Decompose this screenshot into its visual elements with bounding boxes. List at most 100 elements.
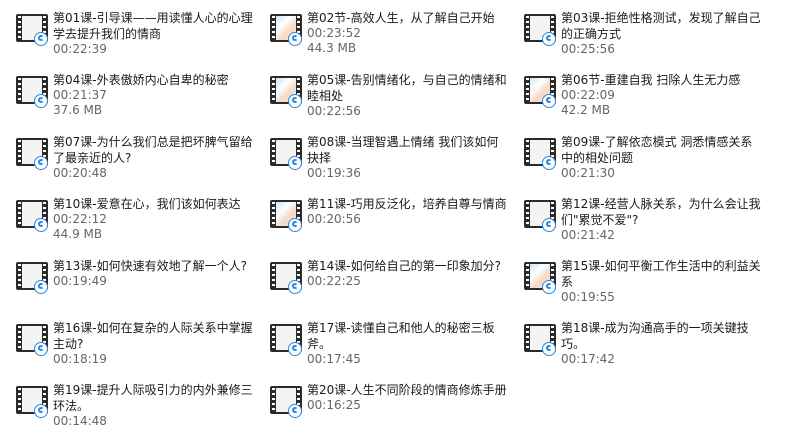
file-info: 第01课-引导课——用读懂人心的心理学去提升我们的情商 00:22:39 [53, 4, 253, 57]
file-duration: 00:22:09 [561, 88, 615, 102]
video-file-item[interactable]: 第16课-如何在复杂的人际关系中掌握主动? 00:18:19 [16, 314, 270, 376]
file-name: 第19课-提升人际吸引力的内外兼修三环法。 [53, 383, 253, 413]
video-file-item[interactable]: 第04课-外表傲娇内心自卑的秘密 00:21:37 37.6 MB [16, 66, 270, 128]
media-player-badge-icon [288, 342, 302, 356]
media-player-badge-icon [288, 280, 302, 294]
file-info: 第18课-成为沟通高手的一项关键技巧。 00:17:42 [561, 314, 761, 367]
file-duration: 00:20:48 [53, 166, 107, 180]
file-name: 第16课-如何在复杂的人际关系中掌握主动? [53, 321, 253, 351]
file-info: 第05课-告别情绪化，与自己的情绪和睦相处 00:22:56 [307, 66, 507, 119]
video-thumbnail-icon [270, 384, 304, 418]
file-name: 第08课-当理智遇上情绪 我们该如何抉择 [307, 135, 499, 165]
media-player-badge-icon [542, 94, 556, 108]
file-duration: 00:21:37 [53, 88, 107, 102]
video-file-item[interactable]: 第07课-为什么我们总是把坏脾气留给了最亲近的人? 00:20:48 [16, 128, 270, 190]
video-file-item[interactable]: 第02节-高效人生，从了解自己开始 00:23:52 44.3 MB [270, 4, 524, 66]
video-file-item[interactable]: 第14课-如何给自己的第一印象加分? 00:22:25 [270, 252, 524, 314]
file-duration: 00:19:49 [53, 274, 107, 288]
video-thumbnail-icon [524, 12, 558, 46]
media-player-badge-icon [288, 94, 302, 108]
file-name: 第01课-引导课——用读懂人心的心理学去提升我们的情商 [53, 11, 253, 41]
video-thumbnail-icon [16, 198, 50, 232]
video-file-item[interactable]: 第17课-读懂自己和他人的秘密三板斧。 00:17:45 [270, 314, 524, 376]
video-thumbnail-icon [270, 322, 304, 356]
video-file-item[interactable]: 第01课-引导课——用读懂人心的心理学去提升我们的情商 00:22:39 [16, 4, 270, 66]
file-info: 第06节-重建自我 扫除人生无力感 00:22:09 42.2 MB [561, 66, 761, 118]
media-player-badge-icon [34, 404, 48, 418]
video-thumbnail-icon [16, 136, 50, 170]
media-player-badge-icon [542, 218, 556, 232]
media-player-badge-icon [542, 280, 556, 294]
video-thumbnail-icon [270, 74, 304, 108]
video-file-item[interactable]: 第08课-当理智遇上情绪 我们该如何抉择 00:19:36 [270, 128, 524, 190]
file-name: 第04课-外表傲娇内心自卑的秘密 [53, 73, 229, 87]
file-name: 第20课-人生不同阶段的情商修炼手册 [307, 383, 507, 397]
file-duration: 00:22:12 [53, 212, 107, 226]
video-file-item[interactable]: 第03课-拒绝性格测试，发现了解自己的正确方式 00:25:56 [524, 4, 778, 66]
file-info: 第04课-外表傲娇内心自卑的秘密 00:21:37 37.6 MB [53, 66, 253, 118]
file-info: 第14课-如何给自己的第一印象加分? 00:22:25 [307, 252, 507, 289]
file-duration: 00:20:56 [307, 212, 361, 226]
media-player-badge-icon [34, 32, 48, 46]
file-name: 第06节-重建自我 扫除人生无力感 [561, 73, 741, 87]
file-size: 42.2 MB [561, 103, 611, 117]
media-player-badge-icon [34, 342, 48, 356]
video-thumbnail-icon [524, 260, 558, 294]
file-name: 第11课-巧用反泛化，培养自尊与情商 [307, 197, 507, 211]
media-player-badge-icon [34, 156, 48, 170]
video-file-item[interactable]: 第13课-如何快速有效地了解一个人? 00:19:49 [16, 252, 270, 314]
video-thumbnail-icon [270, 12, 304, 46]
file-duration: 00:14:48 [53, 414, 107, 428]
file-name: 第12课-经营人脉关系，为什么会让我们"累觉不爱"? [561, 197, 761, 227]
file-info: 第19课-提升人际吸引力的内外兼修三环法。 00:14:48 [53, 376, 253, 429]
video-file-item[interactable]: 第15课-如何平衡工作生活中的利益关系 00:19:55 [524, 252, 778, 314]
file-duration: 00:22:56 [307, 104, 361, 118]
file-info: 第07课-为什么我们总是把坏脾气留给了最亲近的人? 00:20:48 [53, 128, 253, 181]
file-name: 第03课-拒绝性格测试，发现了解自己的正确方式 [561, 11, 761, 41]
media-player-badge-icon [34, 280, 48, 294]
file-duration: 00:25:56 [561, 42, 615, 56]
media-player-badge-icon [34, 94, 48, 108]
file-name: 第17课-读懂自己和他人的秘密三板斧。 [307, 321, 495, 351]
video-thumbnail-icon [16, 322, 50, 356]
file-info: 第20课-人生不同阶段的情商修炼手册 00:16:25 [307, 376, 507, 413]
media-player-badge-icon [288, 156, 302, 170]
video-file-grid: 第01课-引导课——用读懂人心的心理学去提升我们的情商 00:22:39 第02节-… [0, 0, 812, 444]
file-name: 第15课-如何平衡工作生活中的利益关系 [561, 259, 761, 289]
video-thumbnail-icon [16, 384, 50, 418]
file-duration: 00:23:52 [307, 26, 361, 40]
video-file-item[interactable]: 第18课-成为沟通高手的一项关键技巧。 00:17:42 [524, 314, 778, 376]
video-file-item[interactable]: 第09课-了解依恋模式 洞悉情感关系中的相处问题 00:21:30 [524, 128, 778, 190]
video-thumbnail-icon [524, 136, 558, 170]
file-info: 第15课-如何平衡工作生活中的利益关系 00:19:55 [561, 252, 761, 305]
file-size: 44.3 MB [307, 41, 357, 55]
video-thumbnail-icon [16, 12, 50, 46]
video-thumbnail-icon [16, 74, 50, 108]
file-name: 第18课-成为沟通高手的一项关键技巧。 [561, 321, 749, 351]
video-thumbnail-icon [16, 260, 50, 294]
video-file-item[interactable]: 第06节-重建自我 扫除人生无力感 00:22:09 42.2 MB [524, 66, 778, 128]
file-duration: 00:22:39 [53, 42, 107, 56]
file-duration: 00:16:25 [307, 398, 361, 412]
video-file-item[interactable]: 第05课-告别情绪化，与自己的情绪和睦相处 00:22:56 [270, 66, 524, 128]
video-thumbnail-icon [270, 260, 304, 294]
file-info: 第11课-巧用反泛化，培养自尊与情商 00:20:56 [307, 190, 507, 227]
media-player-badge-icon [542, 32, 556, 46]
file-name: 第07课-为什么我们总是把坏脾气留给了最亲近的人? [53, 135, 253, 165]
file-info: 第08课-当理智遇上情绪 我们该如何抉择 00:19:36 [307, 128, 507, 181]
file-name: 第02节-高效人生，从了解自己开始 [307, 11, 495, 25]
video-file-item[interactable]: 第19课-提升人际吸引力的内外兼修三环法。 00:14:48 [16, 376, 270, 438]
file-info: 第13课-如何快速有效地了解一个人? 00:19:49 [53, 252, 253, 289]
video-file-item[interactable]: 第20课-人生不同阶段的情商修炼手册 00:16:25 [270, 376, 524, 438]
media-player-badge-icon [288, 218, 302, 232]
file-duration: 00:17:45 [307, 352, 361, 366]
video-file-item[interactable]: 第11课-巧用反泛化，培养自尊与情商 00:20:56 [270, 190, 524, 252]
video-thumbnail-icon [524, 322, 558, 356]
file-duration: 00:22:25 [307, 274, 361, 288]
file-name: 第09课-了解依恋模式 洞悉情感关系中的相处问题 [561, 135, 753, 165]
video-file-item[interactable]: 第12课-经营人脉关系，为什么会让我们"累觉不爱"? 00:21:42 [524, 190, 778, 252]
file-duration: 00:19:55 [561, 290, 615, 304]
file-duration: 00:21:42 [561, 228, 615, 242]
media-player-badge-icon [288, 404, 302, 418]
video-file-item[interactable]: 第10课-爱意在心，我们该如何表达 00:22:12 44.9 MB [16, 190, 270, 252]
